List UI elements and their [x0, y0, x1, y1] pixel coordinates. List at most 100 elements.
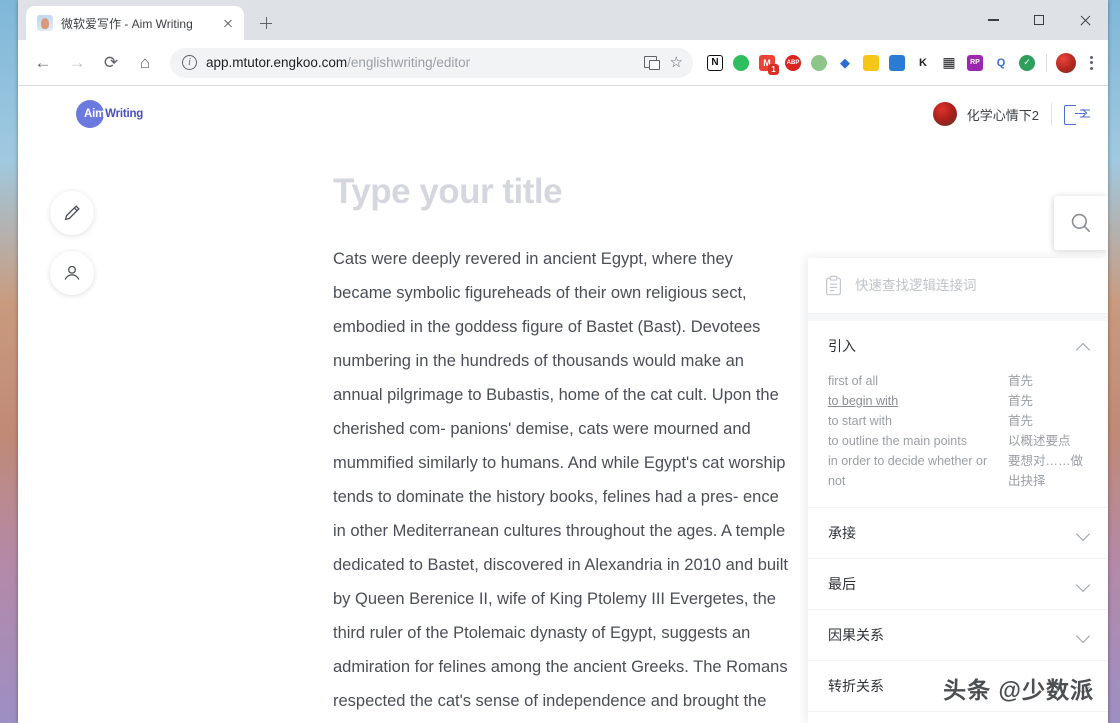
phrase-zh: 以概述要点 [1008, 434, 1071, 448]
evernote-extension-icon[interactable] [729, 51, 753, 75]
phrase-en: to start with [828, 414, 892, 428]
phrase-list: first of all 首先 to begin with 首先 to star… [808, 371, 1108, 507]
panel-section: 承接 [808, 508, 1108, 559]
yellow-grid-extension-icon[interactable] [859, 51, 883, 75]
phrase-zh: 首先 [1008, 414, 1034, 428]
browser-toolbar: ← → ⟳ ⌂ i app.mtutor.engkoo.com/englishw… [18, 40, 1108, 86]
phrase-en: first of all [828, 374, 879, 388]
chevron-down-icon[interactable] [1077, 578, 1090, 591]
phrase-item[interactable]: first of all 首先 [828, 371, 1090, 391]
person-icon [64, 265, 80, 280]
browser-window: 微软爱写作 - Aim Writing ← → ⟳ ⌂ i app.mtutor… [18, 0, 1108, 723]
avatar[interactable] [932, 102, 957, 126]
gmail-extension-icon[interactable]: M1 [755, 51, 779, 75]
header-divider [1051, 103, 1052, 125]
window-controls [970, 0, 1108, 40]
browser-tab[interactable]: 微软爱写作 - Aim Writing [26, 6, 244, 40]
minimize-button[interactable] [970, 0, 1016, 40]
profile-tool-button[interactable] [50, 251, 94, 295]
header-right: 化学心情下2 [932, 102, 1088, 126]
tab-title: 微软爱写作 - Aim Writing [61, 16, 193, 31]
diamond-extension-icon[interactable]: ◆ [833, 51, 857, 75]
watermark: 头条 @少数派 [943, 677, 1094, 703]
phrase-zh: 首先 [1008, 394, 1034, 408]
connectors-panel: 引入 first of all 首先 to begin with 首先 [808, 258, 1108, 723]
search-panel-toggle[interactable] [1054, 196, 1108, 250]
green-shield-extension-icon[interactable]: ✓ [1015, 51, 1039, 75]
toolbar-divider [1046, 53, 1047, 72]
editor-area: Type your title Cats were deeply revered… [333, 172, 803, 723]
search-icon [1071, 213, 1091, 233]
app-logo[interactable]: AimWriting [76, 100, 143, 128]
logout-icon[interactable] [1064, 105, 1088, 125]
phrase-item[interactable]: in order to decide whether or not 要想对……做… [828, 451, 1090, 491]
kami-extension-icon[interactable]: K [911, 51, 935, 75]
section-header-yinguo[interactable]: 因果关系 [808, 610, 1108, 660]
phrase-zh: 要想对……做出抉择 [1008, 454, 1084, 488]
section-header-zuihou[interactable]: 最后 [808, 559, 1108, 609]
panel-section: 最后 [808, 559, 1108, 610]
url-host: app.mtutor.engkoo.com [206, 55, 348, 70]
left-rail [50, 191, 94, 295]
trello-extension-icon[interactable] [885, 51, 909, 75]
url-text: app.mtutor.engkoo.com/englishwriting/edi… [206, 55, 644, 70]
panel-section: 因果关系 [808, 610, 1108, 661]
phrase-item[interactable]: to start with 首先 [828, 411, 1090, 431]
panel-search-input[interactable] [855, 278, 1092, 293]
chevron-up-icon[interactable] [1077, 340, 1090, 353]
url-path: /englishwriting/editor [347, 55, 471, 70]
adblock-plus-extension-icon[interactable]: ABP [781, 51, 805, 75]
profile-avatar-button[interactable] [1054, 51, 1078, 75]
forward-icon[interactable]: → [62, 48, 92, 78]
translate-icon[interactable] [643, 55, 660, 70]
edit-tool-button[interactable] [50, 191, 94, 235]
section-header-bingli[interactable]: 并列关系 [808, 712, 1108, 723]
section-title: 承接 [828, 525, 856, 541]
document-title-input[interactable]: Type your title [333, 172, 793, 212]
green-circle-extension-icon[interactable] [807, 51, 831, 75]
extensions-bar: N M1 ABP ◆ K ▦ RP Q ✓ [701, 51, 1102, 75]
maximize-button[interactable] [1016, 0, 1062, 40]
phrase-en: to begin with [828, 394, 899, 408]
site-info-icon[interactable]: i [182, 55, 197, 70]
panel-section: 引入 first of all 首先 to begin with 首先 to s… [808, 321, 1108, 508]
rp-extension-icon[interactable]: RP [963, 51, 987, 75]
section-header-yinru[interactable]: 引入 [808, 321, 1108, 371]
section-title: 引入 [828, 338, 856, 354]
document-body-input[interactable]: Cats were deeply revered in ancient Egyp… [333, 242, 793, 723]
panel-divider [808, 314, 1108, 321]
tab-favicon [37, 15, 53, 31]
panel-sections: 引入 first of all 首先 to begin with 首先 to s… [808, 321, 1108, 723]
home-icon[interactable]: ⌂ [130, 48, 160, 78]
qrcode-extension-icon[interactable]: ▦ [937, 51, 961, 75]
close-window-button[interactable] [1062, 0, 1108, 40]
section-title: 最后 [828, 576, 856, 592]
chevron-down-icon[interactable] [1077, 527, 1090, 540]
clipboard-icon [826, 275, 841, 295]
address-bar[interactable]: i app.mtutor.engkoo.com/englishwriting/e… [170, 47, 693, 78]
bookmark-star-icon[interactable]: ☆ [670, 55, 683, 70]
section-title: 因果关系 [828, 627, 884, 643]
user-name: 化学心情下2 [966, 107, 1039, 123]
back-icon[interactable]: ← [28, 48, 58, 78]
notion-extension-icon[interactable]: N [703, 51, 727, 75]
chevron-down-icon[interactable] [1077, 629, 1090, 642]
phrase-item[interactable]: to begin with 首先 [828, 391, 1090, 411]
logo-circle-icon: AimWriting [76, 100, 143, 128]
app-header: AimWriting 化学心情下2 [18, 86, 1108, 142]
gmail-unread-badge: 1 [768, 63, 779, 75]
blue-doc-extension-icon[interactable]: Q [989, 51, 1013, 75]
new-tab-button[interactable] [252, 9, 280, 37]
panel-search-row [808, 258, 1108, 314]
phrase-item[interactable]: to outline the main points 以概述要点 [828, 431, 1090, 451]
phrase-en: in order to decide whether or not [828, 454, 988, 488]
page-content: AimWriting 化学心情下2 Type your title Cats w… [18, 86, 1108, 723]
browser-menu-icon[interactable] [1080, 51, 1102, 75]
section-header-chengjie[interactable]: 承接 [808, 508, 1108, 558]
tab-close-icon[interactable] [220, 15, 236, 31]
phrase-en: to outline the main points [828, 434, 967, 448]
logo-text-writing: Writing [105, 108, 144, 120]
reload-icon[interactable]: ⟳ [96, 48, 126, 78]
logo-text-aim: Aim [84, 108, 106, 120]
panel-section: 并列关系 [808, 712, 1108, 723]
